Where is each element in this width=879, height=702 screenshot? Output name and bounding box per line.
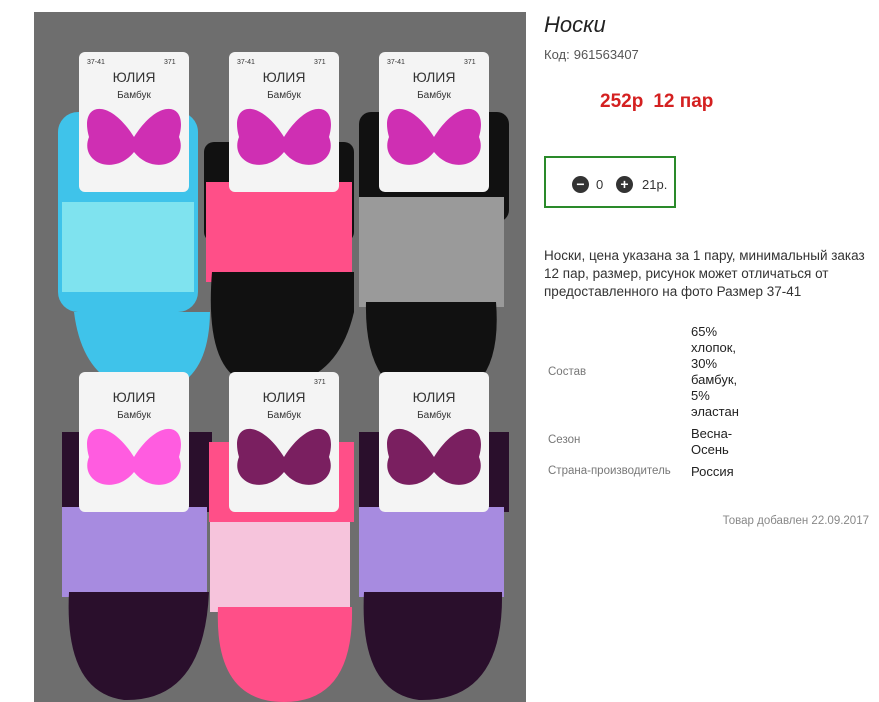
- product-title: Носки: [544, 12, 606, 37]
- svg-text:37-41: 37-41: [237, 59, 255, 66]
- product-code: Код: 961563407: [544, 47, 639, 62]
- svg-text:ЮЛИЯ: ЮЛИЯ: [263, 389, 306, 405]
- product-photo-svg: 37-41 371 ЮЛИЯ Бамбук 37-41 371 ЮЛИЯ Бам…: [34, 12, 526, 702]
- property-value: Весна-Осень: [691, 426, 733, 457]
- tag-6: ЮЛИЯ Бамбук: [379, 372, 489, 512]
- quantity-increase-button[interactable]: +: [616, 176, 633, 193]
- tag-3: 37-41 371 ЮЛИЯ Бамбук: [379, 52, 489, 192]
- tag-article: 371: [164, 59, 176, 66]
- tag-4: ЮЛИЯ Бамбук: [79, 372, 189, 512]
- tag-subbrand: Бамбук: [117, 89, 151, 101]
- svg-text:ЮЛИЯ: ЮЛИЯ: [413, 69, 456, 85]
- svg-text:Бамбук: Бамбук: [417, 409, 451, 421]
- product-code-value: 961563407: [573, 47, 639, 62]
- svg-text:Бамбук: Бамбук: [267, 409, 301, 421]
- property-label: Сезон: [548, 434, 581, 446]
- svg-text:ЮЛИЯ: ЮЛИЯ: [113, 389, 156, 405]
- svg-text:371: 371: [464, 59, 476, 66]
- tag-5: 371 ЮЛИЯ Бамбук: [229, 372, 339, 512]
- svg-text:371: 371: [314, 379, 326, 386]
- tag-size: 37-41: [87, 59, 105, 66]
- quantity-value: 0: [596, 177, 604, 192]
- property-value: 65% хлопок, 30% бамбук, 5% эластан: [691, 324, 739, 419]
- tag-1: 37-41 371 ЮЛИЯ Бамбук: [79, 52, 189, 192]
- svg-text:ЮЛИЯ: ЮЛИЯ: [263, 69, 306, 85]
- property-label: Страна-производитель: [548, 465, 671, 477]
- product-price: 252р 12 пар: [600, 91, 713, 113]
- product-code-label: Код:: [544, 47, 570, 62]
- svg-text:Бамбук: Бамбук: [267, 89, 301, 101]
- quantity-total: 21р.: [642, 177, 668, 192]
- svg-text:Бамбук: Бамбук: [417, 89, 451, 101]
- property-label: Состав: [548, 366, 587, 378]
- tag-2: 37-41 371 ЮЛИЯ Бамбук: [229, 52, 339, 192]
- property-value: Россия: [691, 464, 734, 479]
- svg-text:Бамбук: Бамбук: [117, 409, 151, 421]
- quantity-decrease-button[interactable]: −: [572, 176, 589, 193]
- added-date: Товар добавлен 22.09.2017: [722, 515, 869, 527]
- tag-brand: ЮЛИЯ: [113, 69, 156, 85]
- product-photo[interactable]: 37-41 371 ЮЛИЯ Бамбук 37-41 371 ЮЛИЯ Бам…: [34, 12, 526, 702]
- quantity-box: − 0 + 21р.: [544, 156, 676, 208]
- price-value: 252р: [600, 91, 644, 112]
- price-pack: 12 пар: [653, 91, 714, 112]
- svg-text:37-41: 37-41: [387, 59, 405, 66]
- svg-text:ЮЛИЯ: ЮЛИЯ: [413, 389, 456, 405]
- svg-text:371: 371: [314, 59, 326, 66]
- product-description: Носки, цена указана за 1 пару, минимальн…: [544, 248, 865, 299]
